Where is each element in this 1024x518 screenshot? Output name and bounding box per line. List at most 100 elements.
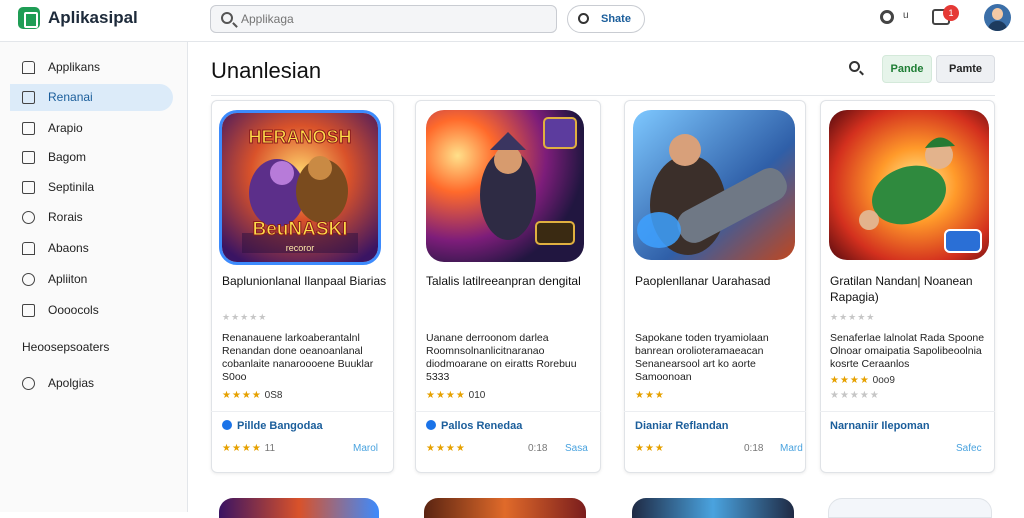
rating-value: 0S8 [264,390,283,401]
developer-name: Pallos Renedaa [441,420,523,432]
art-title-bottom: BeuNASKI [252,219,347,240]
card-footer-meta: 0:18 [744,443,763,454]
game-artwork[interactable] [829,110,989,260]
game-artwork[interactable] [633,110,795,260]
game-card[interactable]: HERANOSH BeuNASKI recoror Baplunionlanal… [211,100,394,473]
calendar-icon [22,91,35,104]
card-footer-link[interactable]: Safec [956,443,982,454]
game-artwork-peek[interactable] [632,498,794,518]
notification-badge: 1 [943,5,959,21]
sidebar-item-label: Septinila [48,180,95,194]
game-card[interactable]: Gratilan Nandan| Noanean Rapagia) ★★★★★ … [820,100,995,473]
search-icon [221,12,233,24]
app-name[interactable]: Gratilan Nandan| Noanean Rapagia) [830,273,990,305]
rating: ★★★★ 010 [426,390,485,401]
sidebar-item-bagom[interactable]: Bagom [10,144,173,171]
search-bar[interactable] [210,5,557,33]
rating-stars-faint: ★★★★★ [222,312,268,322]
app-name[interactable]: Baplunionlanal Ilanpaal Biarias [222,273,387,289]
sidebar-item-oooocols[interactable]: Oooocols [10,297,173,324]
avatar[interactable] [984,4,1011,31]
sidebar-item-label: Arapio [48,121,83,135]
sidebar-item-apliiton[interactable]: Apliiton [10,266,173,293]
app-description: Uanane derroonom darlea Roomnsolnanlicit… [426,332,577,383]
divider [820,411,995,412]
developer-link[interactable]: Narnaniir Ilepoman [830,420,930,432]
sidebar-item-label: Abaons [48,241,89,255]
footer-stars: ★★★★ [222,443,262,454]
divider [415,411,601,412]
app-name[interactable]: Talalis latilreeanpran dengital [426,273,596,289]
rating-stars-faint: ★★★★★ [830,312,876,322]
footer-link[interactable]: Marol [353,443,378,454]
gear-icon[interactable] [880,10,894,24]
app-title: Aplikasipal [48,8,138,27]
app-description: Sapokane toden tryamiolaan banrean oroli… [635,332,769,383]
search-icon [578,13,589,24]
rating: ★★★★ 0S8 [222,390,282,401]
developer-name: Dianiar Reflandan [635,420,729,432]
shield-icon [22,242,35,255]
art-subtitle: recoror [286,243,315,253]
rating: ★★★ [635,390,665,401]
sidebar-item-label: Applikans [48,60,101,74]
game-artwork-peek[interactable] [424,498,586,518]
art-title-top: HERANOSH [248,127,351,147]
search-icon[interactable] [849,61,860,72]
sidebar-item-apolgias[interactable]: Apolgias [10,370,173,397]
grid-icon [22,151,35,164]
footer-count: 0:18 [744,443,764,454]
sidebar-item-abaons[interactable]: Abaons [10,235,173,262]
card-footer: ★★★★ [426,443,466,454]
rating-value: 010 [468,390,486,401]
secondary-button[interactable]: Pamte [936,55,995,83]
sidebar-item-applikans[interactable]: Applikans [10,54,173,81]
footer-count: 0:18 [528,443,548,454]
search-input[interactable] [241,10,541,28]
sidebar-item-renanai[interactable]: Renanai [10,84,173,111]
primary-button[interactable]: Pande [882,55,932,83]
app-description: Renanauene larkoaberantalnl Renandan don… [222,332,374,383]
share-button-label: Shate [601,13,631,25]
sidebar-item-septinila[interactable]: Septinila [10,174,173,201]
app-name[interactable]: Paoplenllanar Uarahasad [635,273,800,289]
top-bar: Aplikasipal Shate u 1 [0,0,1024,42]
card-footer-link[interactable]: Marol [353,443,378,454]
footer-link[interactable]: Sasa [565,443,588,454]
developer-link[interactable]: Pillde Bangodaa [222,420,323,432]
game-artwork[interactable] [426,110,584,262]
developer-link[interactable]: Dianiar Reflandan [635,420,729,432]
rating-stars: ★★★ [635,390,665,401]
card-footer-link[interactable]: Sasa [565,443,588,454]
game-card[interactable]: Talalis latilreeanpran dengital Uanane d… [415,100,601,473]
footer-link[interactable]: Mard [780,443,803,454]
share-button[interactable]: Shate [567,5,645,33]
gear-suffix: u [903,10,909,21]
developer-icon [426,420,436,430]
divider [211,411,394,412]
footer-count: 11 [264,443,276,454]
game-artwork[interactable]: HERANOSH BeuNASKI recoror [219,110,381,265]
sidebar: Applikans Renanai Arapio Bagom Septinila… [0,42,188,512]
list-icon [22,304,35,317]
sidebar-item-rorais[interactable]: Rorais [10,204,173,231]
sidebar-item-label: Bagom [48,150,87,164]
developer-link[interactable]: Pallos Renedaa [426,420,522,432]
sidebar-item-label: Renanai [48,90,93,104]
developer-icon [222,420,232,430]
sidebar-item-label: Apolgias [48,376,95,390]
card-peek[interactable] [828,498,992,518]
footer-stars: ★★★ [635,443,665,454]
footer-link[interactable]: Safec [956,443,982,454]
briefcase-icon [22,122,35,135]
card-footer: ★★★★ 11 [222,443,275,454]
game-artwork-peek[interactable] [219,498,379,518]
sidebar-item-label: Oooocols [48,303,99,317]
app-logo-icon[interactable] [18,7,40,29]
card-footer: ★★★ [635,443,665,454]
cog-icon [22,273,35,286]
game-card[interactable]: Paoplenllanar Uarahasad Sapokane toden t… [624,100,806,473]
rating-value: 0oo9 [872,375,895,386]
card-footer-link[interactable]: Mard [780,443,803,454]
sidebar-item-arapio[interactable]: Arapio [10,115,173,142]
